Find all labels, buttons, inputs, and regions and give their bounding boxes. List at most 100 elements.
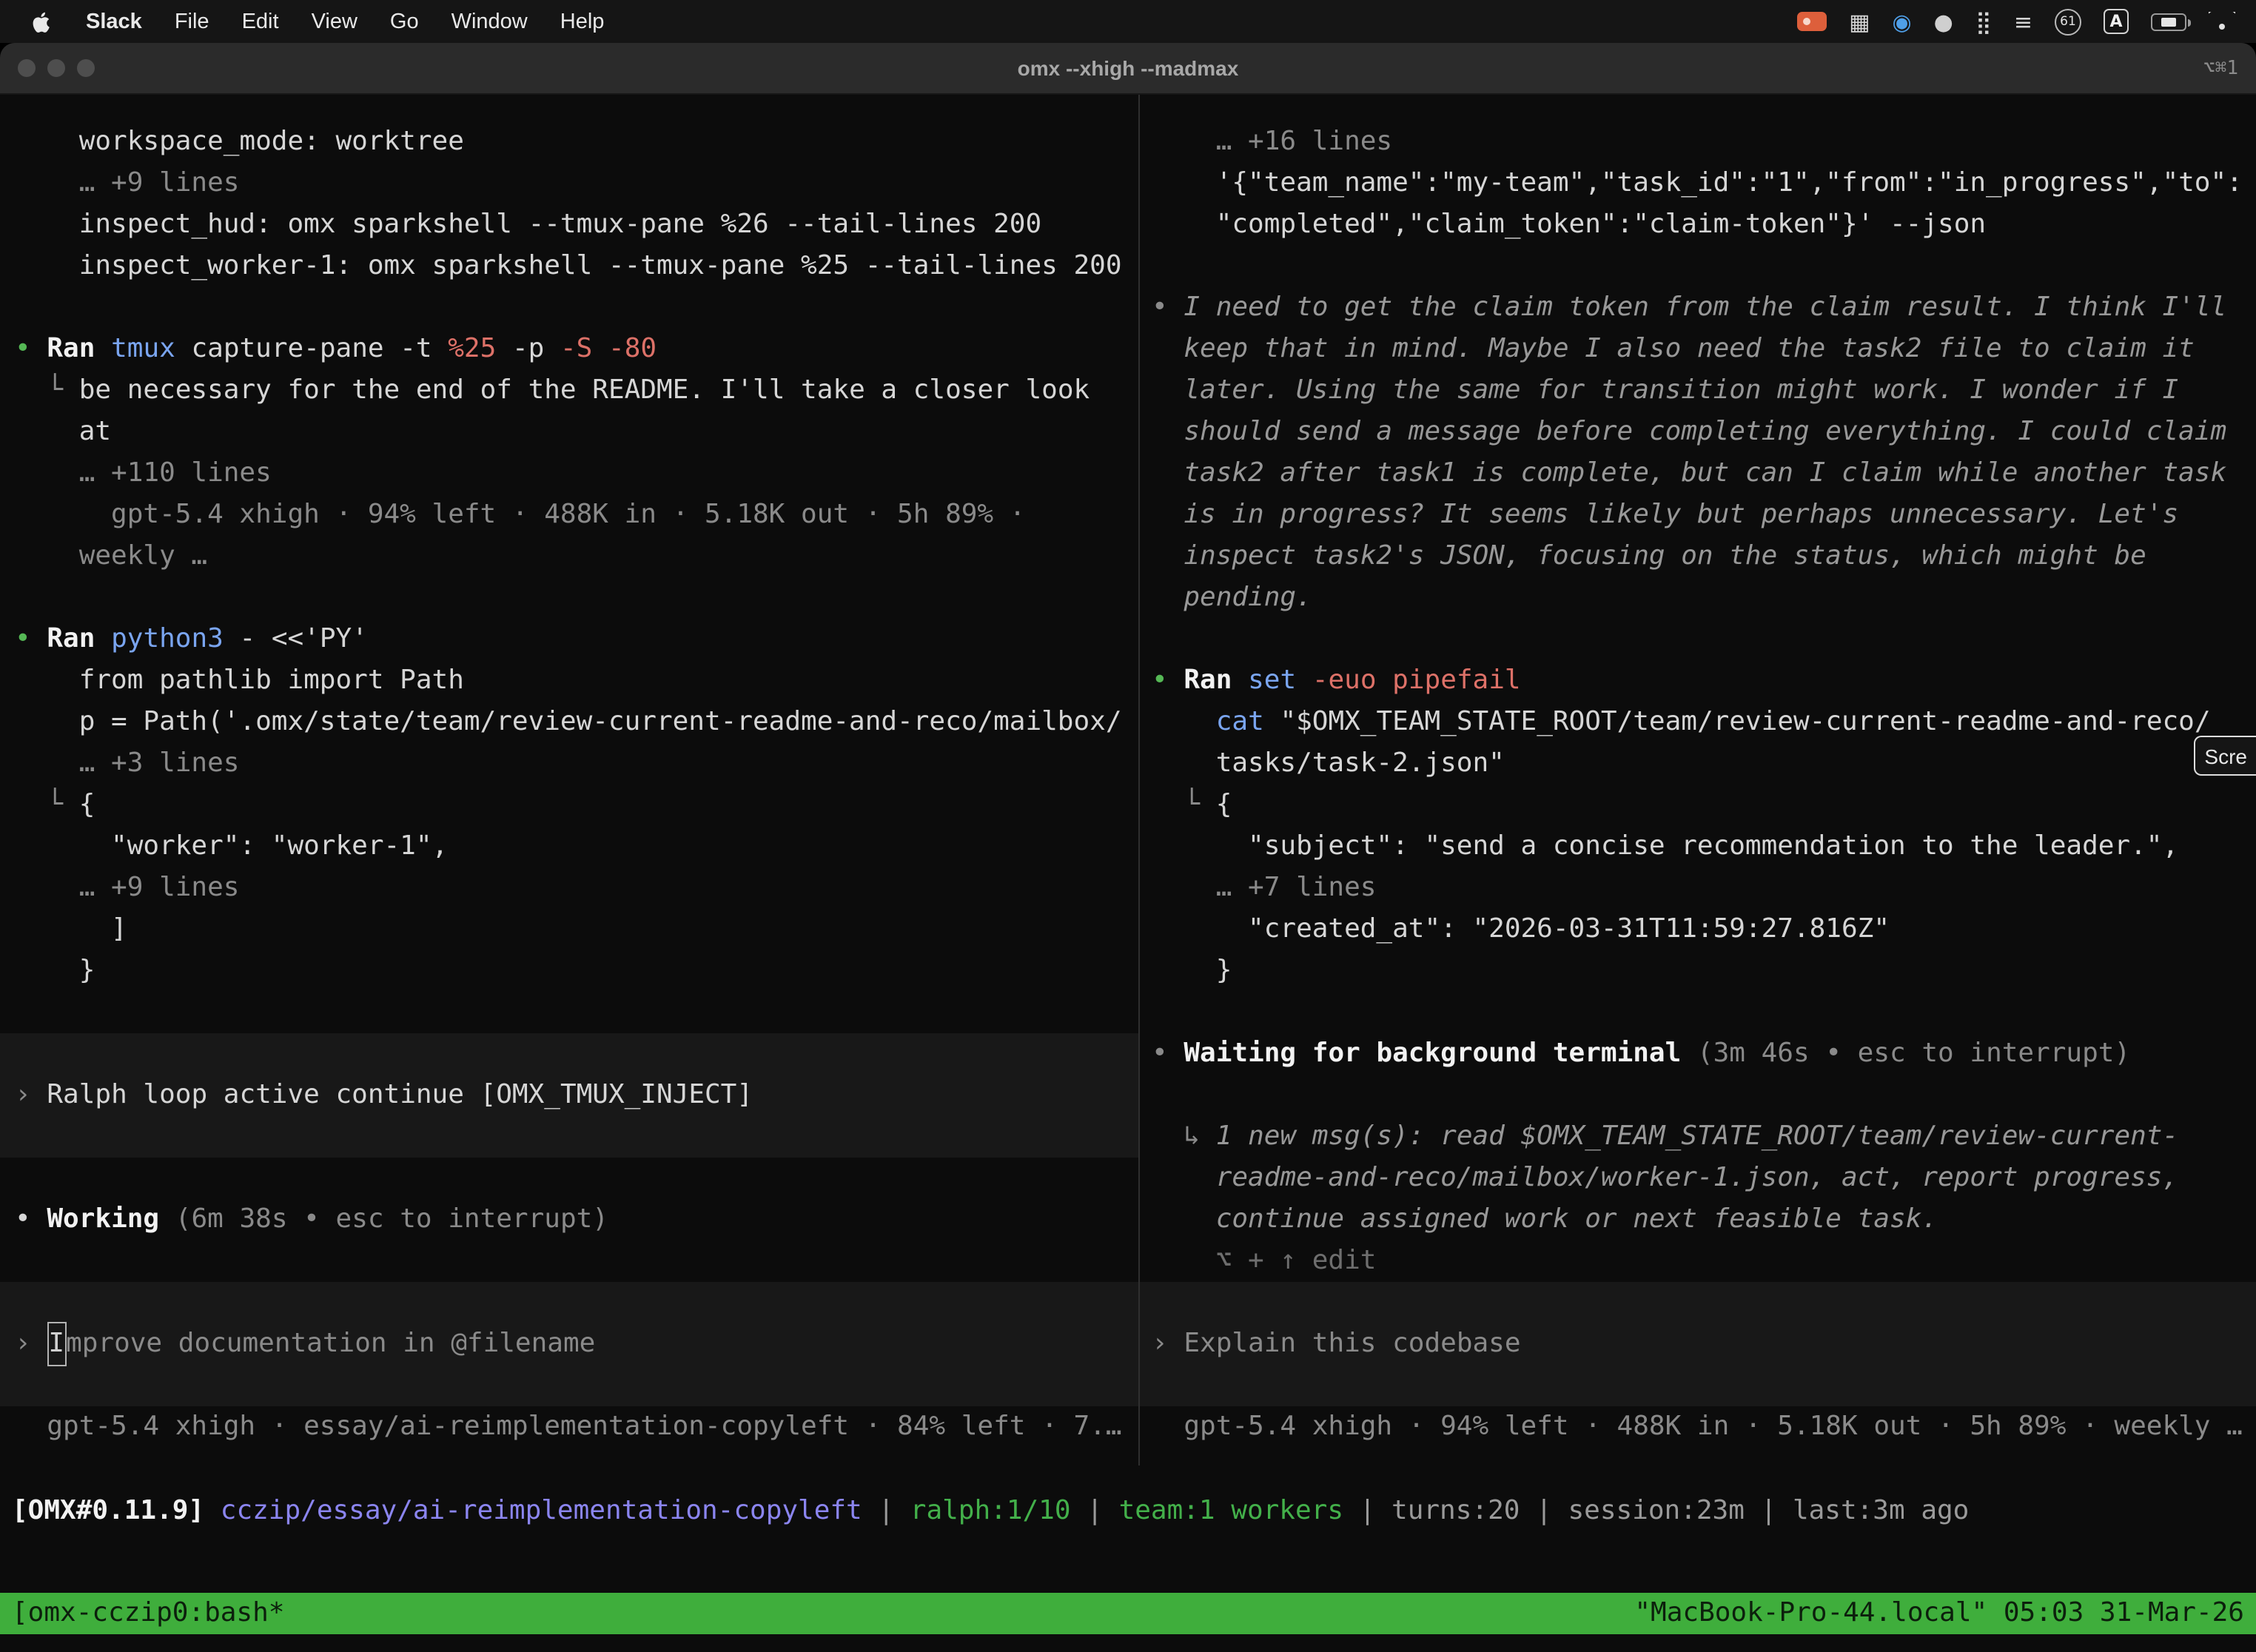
dots-grid-icon[interactable]: ⣿	[1975, 8, 1992, 35]
text-segment: mprove documentation in @filename	[66, 1323, 595, 1365]
text-segment: Explain this codebase	[1184, 1323, 1520, 1365]
terminal-pane-left[interactable]: workspace_mode: worktree … +9 lines insp…	[0, 95, 1138, 1465]
text-segment: … +16 lines	[1152, 126, 1392, 157]
terminal-line: … +9 lines	[15, 163, 1138, 204]
blank-line	[15, 992, 1138, 1033]
text-segment: inspect task2's JSON, focusing on the st…	[1152, 540, 2146, 571]
text-segment: "created_at": "2026-03-31T11:59:27.816Z"	[1152, 913, 1890, 944]
text-segment: Ran	[47, 333, 111, 364]
text-segment	[1152, 706, 1216, 737]
menu-lines-icon[interactable]: ≡	[2014, 8, 2032, 35]
menu-item-file[interactable]: File	[158, 0, 226, 43]
menu-item-window[interactable]: Window	[435, 0, 544, 43]
text-segment: p = Path('.omx/state/team/review-current…	[15, 706, 1122, 737]
text-segment: … +3 lines	[15, 748, 239, 779]
terminal-line: └ be necessary for the end of the README…	[15, 370, 1138, 412]
menu-items: FileEditViewGoWindowHelp	[158, 0, 621, 43]
window-title: omx --xhigh --madmax	[0, 56, 2256, 80]
input-source-icon[interactable]: A	[2104, 9, 2129, 34]
terminal-line: • I need to get the claim token from the…	[1152, 287, 2256, 329]
text-segment: from pathlib import Path	[15, 665, 464, 696]
terminal-line: "completed","claim_token":"claim-token"}…	[1152, 204, 2256, 246]
text-segment: -S -80	[560, 333, 657, 364]
blank-line	[15, 1240, 1138, 1282]
wifi-icon[interactable]	[2209, 12, 2235, 31]
prompt-input[interactable]: › Explain this codebase	[1140, 1282, 2256, 1406]
text-segment: Ran	[1184, 665, 1248, 696]
tmux-host-clock-label: "MacBook-Pro-44.local" 05:03 31-Mar-26	[1634, 1593, 2244, 1634]
text-segment: last:3m ago	[1793, 1495, 1969, 1526]
menu-item-help[interactable]: Help	[544, 0, 621, 43]
text-segment: └	[15, 375, 79, 406]
screen-share-overlay-clipped[interactable]: Scre	[2194, 736, 2256, 776]
text-segment: └	[15, 789, 79, 820]
text-segment: … +7 lines	[1152, 872, 1376, 903]
text-segment: … +9 lines	[15, 872, 239, 903]
terminal-line: └ {	[1152, 785, 2256, 826]
text-segment: {	[1216, 789, 1232, 820]
blank-line	[15, 577, 1138, 619]
terminal-line: … +3 lines	[15, 743, 1138, 785]
text-segment: I need to get the claim token from the c…	[1184, 292, 2226, 323]
circle-app-icon[interactable]: ●	[1934, 8, 1953, 35]
menu-item-go[interactable]: Go	[374, 0, 435, 43]
text-segment: •	[1152, 1038, 1184, 1069]
menu-bar: Slack FileEditViewGoWindowHelp ▦ ◉ ● ⣿ ≡ 61 A	[0, 0, 2256, 43]
terminal-line: tasks/task-2.json"	[1152, 743, 2256, 785]
text-segment: "worker": "worker-1",	[15, 830, 448, 862]
terminal-line: is in progress? It seems likely but perh…	[1152, 494, 2256, 536]
menu-bar-status-icons: ▦ ◉ ● ⣿ ≡ 61 A	[1797, 8, 2241, 35]
close-button[interactable]	[18, 59, 36, 77]
text-segment: 1 new msg(s): read $OMX_TEAM_STATE_ROOT/…	[1216, 1121, 2178, 1152]
text-segment: (6m 38s • esc to interrupt)	[175, 1203, 608, 1235]
grid-app-icon[interactable]: ▦	[1849, 8, 1870, 35]
terminal-line: later. Using the same for transition mig…	[1152, 370, 2256, 412]
terminal-line: • Ran set -euo pipefail	[1152, 660, 2256, 702]
menu-item-view[interactable]: View	[295, 0, 374, 43]
text-segment: I	[47, 1322, 66, 1366]
text-segment: team:1 workers	[1119, 1495, 1343, 1526]
text-segment: should send a message before completing …	[1152, 416, 2226, 447]
text-segment: session:23m	[1568, 1495, 1744, 1526]
text-segment: set	[1248, 665, 1312, 696]
screen-overlay-label: Scre	[2204, 744, 2247, 768]
minimize-button[interactable]	[47, 59, 65, 77]
app-menu-slack[interactable]: Slack	[70, 0, 158, 43]
blank-line	[1152, 246, 2256, 287]
battery-icon[interactable]	[2151, 13, 2186, 30]
terminal-pane-right[interactable]: … +16 lines '{"team_name":"my-team","tas…	[1140, 95, 2256, 1465]
screen-recording-indicator-icon[interactable]	[1797, 12, 1827, 31]
terminal-line: gpt-5.4 xhigh · 94% left · 488K in · 5.1…	[15, 494, 1138, 536]
text-segment: inspect_hud: omx sparkshell --tmux-pane …	[15, 209, 1041, 240]
terminal-line: … +16 lines	[1152, 121, 2256, 163]
terminal-line: "worker": "worker-1",	[15, 826, 1138, 867]
omx-status-segments: [OMX#0.11.9] cczip/essay/ai-reimplementa…	[12, 1495, 1969, 1526]
terminal-line: "subject": "send a concise recommendatio…	[1152, 826, 2256, 867]
prompt-input[interactable]: › Improve documentation in @filename	[0, 1282, 1138, 1406]
text-segment: later. Using the same for transition mig…	[1152, 375, 2178, 406]
text-segment: -euo pipefail	[1312, 665, 1521, 696]
window-title-bar[interactable]: omx --xhigh --madmax ⌥⌘1	[0, 43, 2256, 95]
terminal-line: • Ran python3 - <<'PY'	[15, 619, 1138, 660]
traffic-lights	[18, 59, 95, 77]
menu-item-edit[interactable]: Edit	[226, 0, 295, 43]
terminal-line: weekly …	[15, 536, 1138, 577]
zoom-button[interactable]	[77, 59, 95, 77]
text-segment: gpt-5.4 xhigh · 94% left · 488K in · 5.1…	[1152, 1411, 2243, 1442]
text-segment: |	[1520, 1495, 1568, 1526]
text-segment: ›	[15, 1323, 47, 1365]
apple-menu[interactable]	[15, 0, 70, 43]
text-segment: Ran	[47, 623, 111, 654]
terminal-line: └ {	[15, 785, 1138, 826]
percent-badge-icon[interactable]: 61	[2055, 8, 2081, 35]
drop-app-icon[interactable]: ◉	[1892, 8, 1911, 35]
text-segment: cczip/essay/ai-reimplementation-copyleft	[221, 1495, 862, 1526]
text-segment: ralph:1/10	[910, 1495, 1071, 1526]
text-segment: "completed","claim_token":"claim-token"}…	[1152, 209, 1986, 240]
prompt-history-entry[interactable]: › Ralph loop active continue [OMX_TMUX_I…	[0, 1033, 1138, 1158]
text-segment: python3	[111, 623, 239, 654]
terminal-line: … +110 lines	[15, 453, 1138, 494]
text-segment: Ralph loop active continue [OMX_TMUX_INJ…	[47, 1075, 753, 1116]
text-segment: }	[1152, 955, 1232, 986]
text-segment: gpt-5.4 xhigh · 94% left · 488K in · 5.1…	[15, 499, 1025, 530]
